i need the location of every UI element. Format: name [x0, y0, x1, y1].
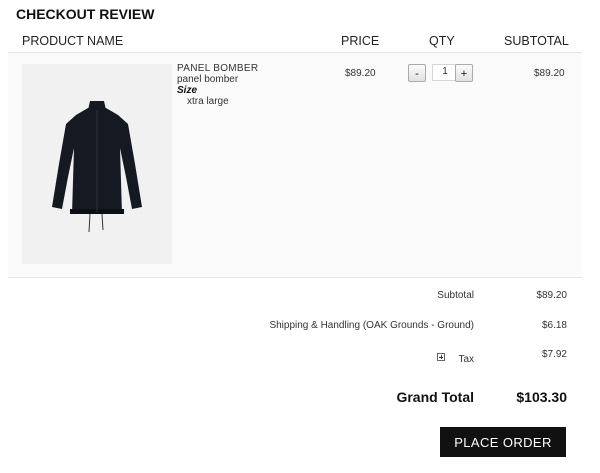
column-header-product: PRODUCT NAME [22, 34, 124, 48]
item-subtotal: $89.20 [534, 68, 565, 79]
jacket-image [52, 101, 142, 233]
subtotal-label: Subtotal [437, 290, 474, 301]
column-header-price: PRICE [341, 34, 380, 48]
expand-tax-icon[interactable] [437, 353, 445, 361]
tax-value: $7.92 [541, 349, 567, 360]
product-name: PANEL BOMBER [177, 63, 259, 74]
product-option-label: Size [177, 85, 198, 96]
page-title: CHECKOUT REVIEW [16, 6, 155, 22]
product-sub-name: panel bomber [177, 74, 239, 85]
place-order-button[interactable]: PLACE ORDER [440, 427, 566, 457]
column-header-subtotal: SUBTOTAL [504, 34, 569, 48]
shipping-value: $6.18 [541, 320, 567, 331]
decrease-qty-button[interactable]: - [408, 64, 426, 82]
subtotal-value: $89.20 [536, 290, 567, 301]
item-price: $89.20 [345, 68, 376, 79]
grand-total-label: Grand Total [396, 389, 474, 405]
product-image[interactable] [22, 64, 172, 264]
grand-total-value: $103.30 [516, 389, 567, 405]
shipping-label: Shipping & Handling (OAK Grounds - Groun… [269, 320, 474, 331]
product-details: PANEL BOMBER panel bomber Size xtra larg… [177, 63, 258, 107]
product-option-value: xtra large [187, 96, 229, 107]
increase-qty-button[interactable]: + [455, 64, 473, 82]
column-header-qty: QTY [429, 34, 455, 48]
tax-label: Tax [458, 354, 474, 365]
